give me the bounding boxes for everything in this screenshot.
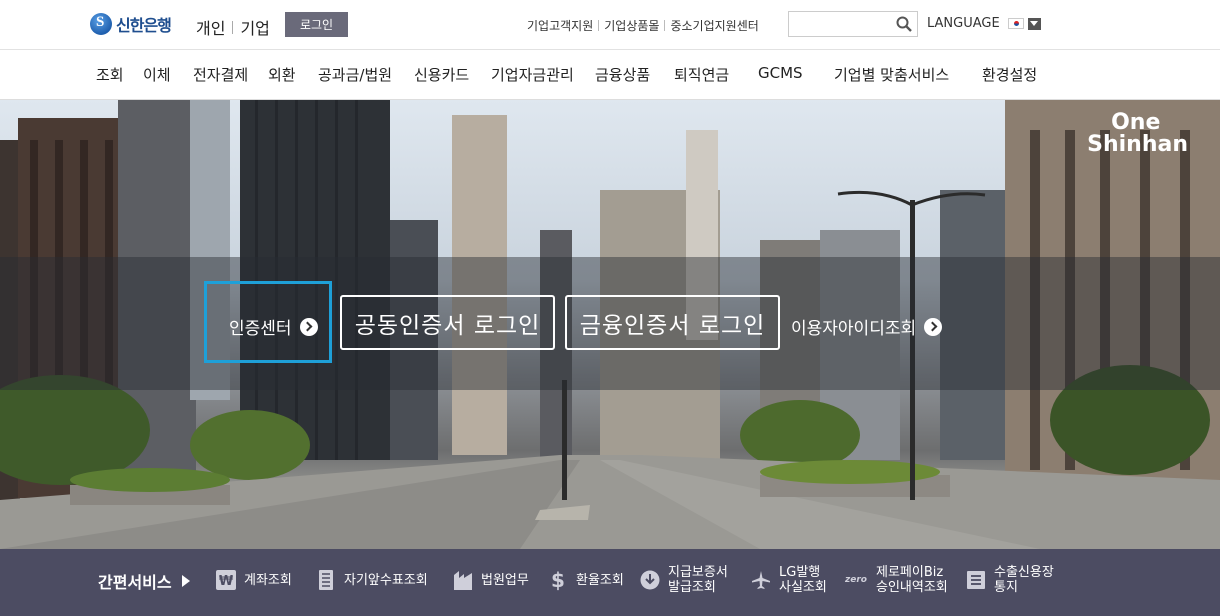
nav-item-transfer[interactable]: 이체 [143, 64, 171, 85]
plane-icon [751, 570, 771, 590]
customer-segment: 개인 기업 [196, 15, 270, 39]
search-input[interactable] [793, 12, 893, 36]
quick-item-label: 자기앞수표조회 [344, 572, 428, 588]
document-icon [966, 570, 986, 590]
nav-item-retirement-pension[interactable]: 퇴직연금 [674, 64, 729, 85]
nav-item-gcms[interactable]: GCMS [758, 64, 803, 82]
language-label: LANGUAGE [927, 16, 1000, 31]
quick-item-label: 수출신용장 통지 [994, 565, 1054, 595]
chevron-down-icon[interactable] [1027, 17, 1041, 30]
segment-corporate[interactable]: 기업 [240, 15, 269, 39]
logo-text: 신한은행 [116, 16, 172, 35]
hero-banner: One Shinhan 인증센터 공동인증서 로그인 금융인증서 로그인 이용자… [0, 100, 1220, 549]
zero-icon: zero [845, 575, 867, 585]
nav-item-financial-products[interactable]: 금융상품 [595, 64, 650, 85]
user-id-lookup-link[interactable]: 이용자아이디조회 [791, 314, 943, 339]
util-link-sme-center[interactable]: 중소기업지원센터 [670, 17, 758, 34]
quick-item-label: 법원업무 [481, 572, 529, 588]
quick-item-label: 제로페이Biz 승인내역조회 [876, 565, 948, 595]
cert-center-label: 인증센터 [229, 319, 292, 339]
dollar-icon: $ [551, 568, 565, 592]
util-link-corp-support[interactable]: 기업고객지원 [527, 17, 593, 34]
nav-item-foreign-exchange[interactable]: 외환 [268, 64, 296, 85]
quick-item-export-lc-notice[interactable]: 수출신용장 통지 [966, 565, 1054, 595]
arrow-right-icon [299, 317, 318, 336]
top-bar: 신한은행 개인 기업 로그인 기업고객지원 기업상품몰 중소기업지원센터 LAN… [0, 0, 1220, 50]
quick-item-account-inquiry[interactable]: ₩ 계좌조회 [216, 570, 292, 590]
korea-flag-icon [1007, 18, 1024, 29]
quick-item-label: 지급보증서 발급조회 [668, 565, 728, 595]
quick-services-title[interactable]: 간편서비스 [98, 569, 190, 593]
one-shinhan-logo: One Shinhan [1087, 112, 1188, 156]
segment-personal[interactable]: 개인 [196, 15, 225, 39]
play-arrow-icon [181, 575, 190, 587]
main-navigation: 조회 이체 전자결제 외환 공과금/법원 신용카드 기업자금관리 금융상품 퇴직… [0, 50, 1220, 100]
quick-item-check-inquiry[interactable]: 자기앞수표조회 [316, 570, 428, 590]
shinhan-logo-icon [90, 13, 112, 35]
svg-text:₩: ₩ [219, 574, 234, 589]
nav-item-e-payment[interactable]: 전자결제 [193, 64, 248, 85]
quick-services-bar: 간편서비스 ₩ 계좌조회 자기앞수표조회 법원업무 $ 환율조회 지급보증서 발… [0, 549, 1220, 616]
check-icon [316, 570, 336, 590]
divider [664, 20, 666, 31]
nav-item-corp-fund-management[interactable]: 기업자금관리 [491, 64, 574, 85]
shinhan-logo[interactable]: 신한은행 [90, 12, 172, 36]
util-link-corp-mall[interactable]: 기업상품몰 [604, 17, 659, 34]
nav-item-utility-court[interactable]: 공과금/법원 [318, 64, 392, 85]
nav-item-inquiry[interactable]: 조회 [96, 64, 124, 85]
search-box [788, 11, 918, 37]
divider [232, 20, 234, 34]
won-icon: ₩ [216, 570, 236, 590]
arrow-right-icon [924, 317, 943, 336]
quick-item-court-business[interactable]: 법원업무 [453, 570, 529, 590]
nav-item-custom-services[interactable]: 기업별 맞춤서비스 [834, 64, 949, 85]
search-icon[interactable] [896, 16, 912, 32]
language-selector[interactable]: LANGUAGE [927, 16, 1041, 31]
cert-center-link[interactable]: 인증센터 [229, 314, 318, 339]
nav-item-settings[interactable]: 환경설정 [982, 64, 1037, 85]
quick-item-label: LG발행 사실조회 [779, 565, 827, 595]
joint-cert-login-button[interactable]: 공동인증서 로그인 [340, 295, 555, 350]
quick-item-exchange-rate[interactable]: $ 환율조회 [548, 568, 624, 592]
user-id-lookup-label: 이용자아이디조회 [791, 319, 917, 339]
brand-line-shinhan: Shinhan [1087, 132, 1188, 157]
brand-line-one: One [1111, 110, 1161, 135]
finance-cert-login-button[interactable]: 금융인증서 로그인 [565, 295, 780, 350]
quick-item-zeropay-approval[interactable]: zero 제로페이Biz 승인내역조회 [844, 565, 948, 595]
login-button[interactable]: 로그인 [285, 12, 348, 37]
nav-item-credit-card[interactable]: 신용카드 [414, 64, 469, 85]
divider [598, 20, 600, 31]
quick-item-lg-issuance-inquiry[interactable]: LG발행 사실조회 [751, 565, 827, 595]
utility-links: 기업고객지원 기업상품몰 중소기업지원센터 [527, 17, 759, 34]
quick-item-label: 계좌조회 [244, 572, 292, 588]
quick-item-guarantee-issuance[interactable]: 지급보증서 발급조회 [640, 565, 728, 595]
quick-item-label: 환율조회 [576, 572, 624, 588]
download-icon [640, 570, 660, 590]
quick-services-label: 간편서비스 [98, 573, 172, 592]
court-icon [453, 570, 473, 590]
